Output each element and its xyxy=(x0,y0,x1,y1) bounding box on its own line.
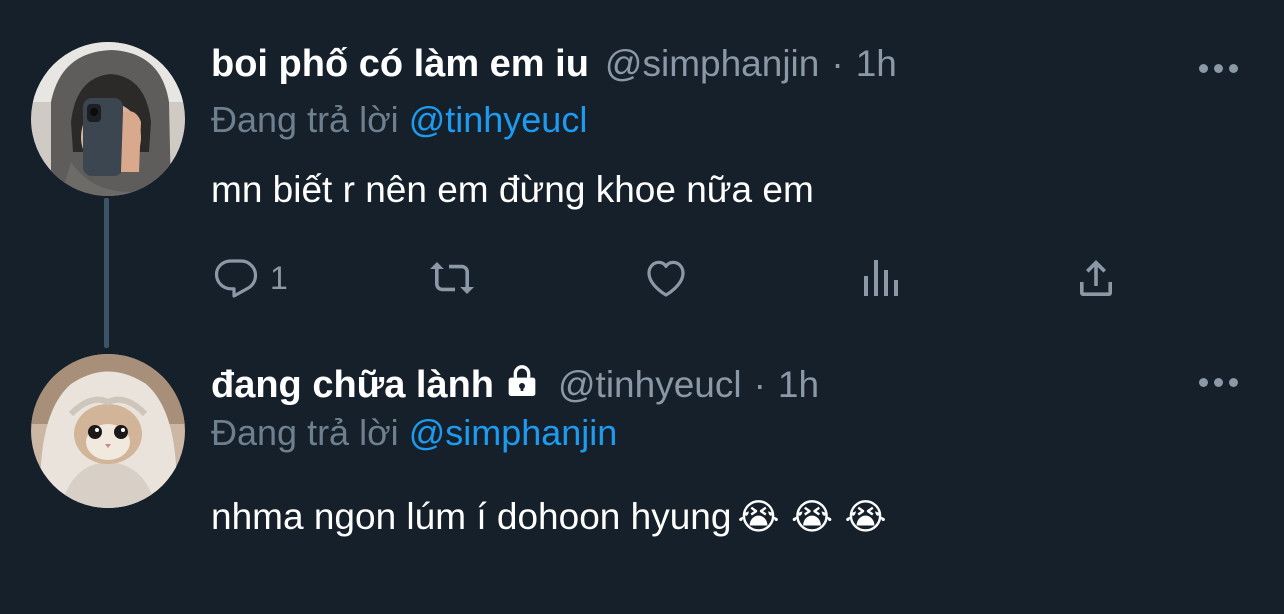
crying-emoji-icons: 😭 😭 😭 xyxy=(737,497,887,538)
avatar[interactable] xyxy=(31,42,185,196)
tweet-text: mn biết r nên em đừng khoe nữa em xyxy=(211,169,814,210)
like-icon xyxy=(647,260,685,297)
replying-to: Đang trả lời @tinhyeucl xyxy=(211,99,587,141)
like-button[interactable] xyxy=(642,253,690,303)
replying-to-mention[interactable]: @tinhyeucl xyxy=(409,99,588,140)
tweet[interactable]: boi phố có làm em iu @simphanjin · 1h Đa… xyxy=(0,0,1284,340)
display-name[interactable]: boi phố có làm em iu xyxy=(211,43,589,86)
avatar-photo-selfie xyxy=(31,42,185,196)
share-icon xyxy=(1080,260,1112,296)
replying-to: Đang trả lời @simphanjin xyxy=(211,412,617,454)
replying-prefix: Đang trả lời xyxy=(211,99,399,140)
tweet-header: boi phố có làm em iu @simphanjin · 1h xyxy=(211,43,897,93)
share-button[interactable] xyxy=(1072,253,1120,303)
tweet[interactable]: đang chữa lành @tinhyeucl · 1h Đang trả … xyxy=(0,340,1284,614)
retweet-icon xyxy=(430,262,474,294)
separator-dot: · xyxy=(753,364,766,405)
retweet-button[interactable] xyxy=(428,253,476,303)
timestamp[interactable]: 1h xyxy=(856,43,897,85)
analytics-button[interactable] xyxy=(858,253,906,303)
more-icon[interactable] xyxy=(1196,372,1240,392)
timestamp[interactable]: 1h xyxy=(778,364,819,406)
user-handle[interactable]: @simphanjin xyxy=(605,43,819,85)
reply-icon xyxy=(214,259,258,298)
more-icon[interactable] xyxy=(1196,58,1240,78)
analytics-icon xyxy=(864,260,898,296)
display-name[interactable]: đang chữa lành xyxy=(211,364,494,407)
tweet-text-container: nhma ngon lúm í dohoon hyung 😭 😭 😭 xyxy=(211,496,887,538)
replying-to-mention[interactable]: @simphanjin xyxy=(409,412,618,453)
separator-dot: · xyxy=(831,43,844,84)
conversation-thread: boi phố có làm em iu @simphanjin · 1h Đa… xyxy=(0,0,1284,614)
tweet-header: đang chữa lành @tinhyeucl · 1h xyxy=(211,357,819,407)
tweet-actions: 1 xyxy=(0,253,1284,303)
avatar[interactable] xyxy=(31,354,185,508)
replying-prefix: Đang trả lời xyxy=(211,412,399,453)
avatar-photo-cat xyxy=(31,354,185,508)
tweet-text: nhma ngon lúm í dohoon hyung xyxy=(211,496,732,537)
lock-icon xyxy=(502,361,542,401)
reply-button[interactable]: 1 xyxy=(212,253,288,303)
user-handle[interactable]: @tinhyeucl xyxy=(558,364,742,406)
reply-count: 1 xyxy=(270,259,288,296)
